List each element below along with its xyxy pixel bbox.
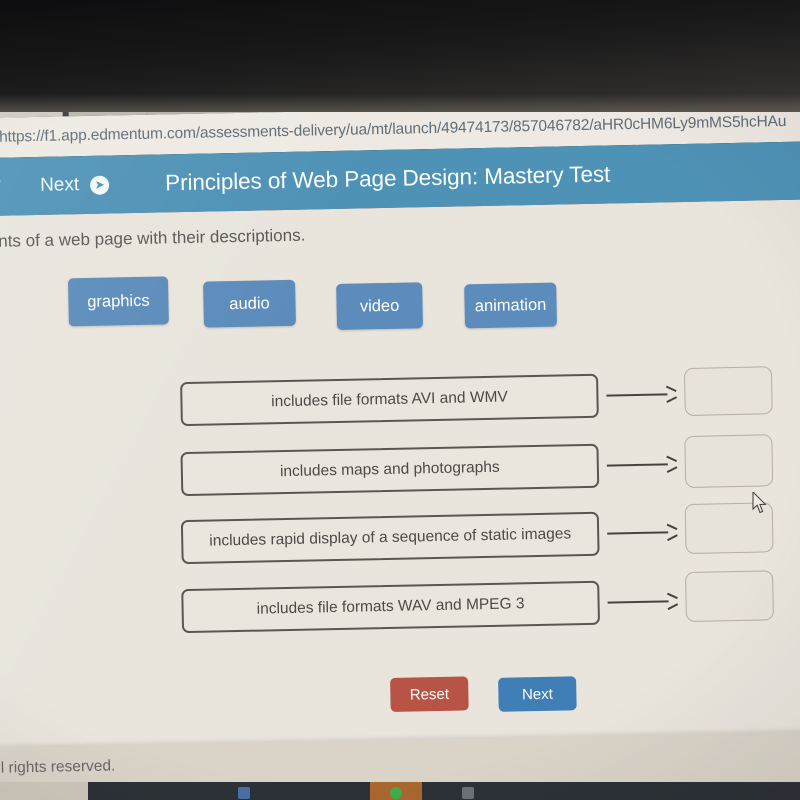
- taskbar-active-app[interactable]: [370, 782, 422, 800]
- tile-label: audio: [229, 293, 270, 313]
- drop-target[interactable]: [684, 570, 774, 623]
- description-text: includes maps and photographs: [279, 458, 500, 481]
- windows-taskbar[interactable]: [0, 782, 800, 800]
- draggable-tile-video[interactable]: video: [336, 282, 424, 330]
- checkmark-icon[interactable]: ✓: [0, 175, 10, 198]
- description-text: includes file formats WAV and MPEG 3: [256, 595, 525, 618]
- url-text: https://f1.app.edmentum.com/assessments-…: [0, 112, 787, 146]
- taskbar-left-edge: [0, 782, 88, 800]
- taskbar-app-icon: [390, 787, 402, 799]
- browser-window: esign: M ✕ + https://f1.app.edmentum.com…: [0, 64, 800, 800]
- tile-label: video: [359, 296, 400, 316]
- monitor-bezel: [0, 0, 800, 112]
- arrow-right-icon: [607, 595, 677, 608]
- page-title: Principles of Web Page Design: Mastery T…: [164, 161, 611, 196]
- draggable-tile-graphics[interactable]: graphics: [67, 276, 169, 327]
- drop-target[interactable]: [684, 434, 774, 489]
- description-box: includes maps and photographs: [180, 443, 600, 497]
- description-box: includes file formats AVI and WMV: [180, 373, 599, 427]
- description-text: includes rapid display of a sequence of …: [209, 525, 572, 550]
- header-next-button[interactable]: Next ➤: [40, 174, 110, 197]
- question-instruction: ements of a web page with their descript…: [0, 225, 306, 252]
- description-box: includes rapid display of a sequence of …: [180, 511, 600, 565]
- reset-button[interactable]: Reset: [390, 676, 469, 712]
- taskbar-settings-icon[interactable]: [462, 787, 474, 799]
- description-text: includes file formats AVI and WMV: [270, 388, 508, 411]
- arrow-right-icon: [606, 388, 676, 401]
- taskbar-browser-icon[interactable]: [238, 787, 250, 799]
- next-label: Next: [521, 685, 553, 703]
- draggable-tile-animation[interactable]: animation: [464, 282, 558, 329]
- arrow-right-icon: [607, 526, 677, 539]
- draggable-tile-audio[interactable]: audio: [203, 279, 296, 328]
- tile-label: animation: [474, 295, 547, 315]
- drop-target[interactable]: [683, 366, 773, 417]
- question-canvas: ements of a web page with their descript…: [0, 198, 800, 800]
- header-next-label: Next: [39, 174, 80, 196]
- arrow-right-icon: [606, 458, 677, 471]
- description-box: includes file formats WAV and MPEG 3: [181, 580, 601, 634]
- drop-target[interactable]: [684, 502, 774, 555]
- footer-copyright: m. All rights reserved.: [0, 757, 116, 777]
- arrow-right-circle-icon: ➤: [89, 175, 110, 195]
- next-button[interactable]: Next: [498, 676, 577, 712]
- tile-label: graphics: [87, 291, 150, 311]
- monitor-photo: esign: M ✕ + https://f1.app.edmentum.com…: [0, 0, 800, 800]
- reset-label: Reset: [409, 685, 450, 704]
